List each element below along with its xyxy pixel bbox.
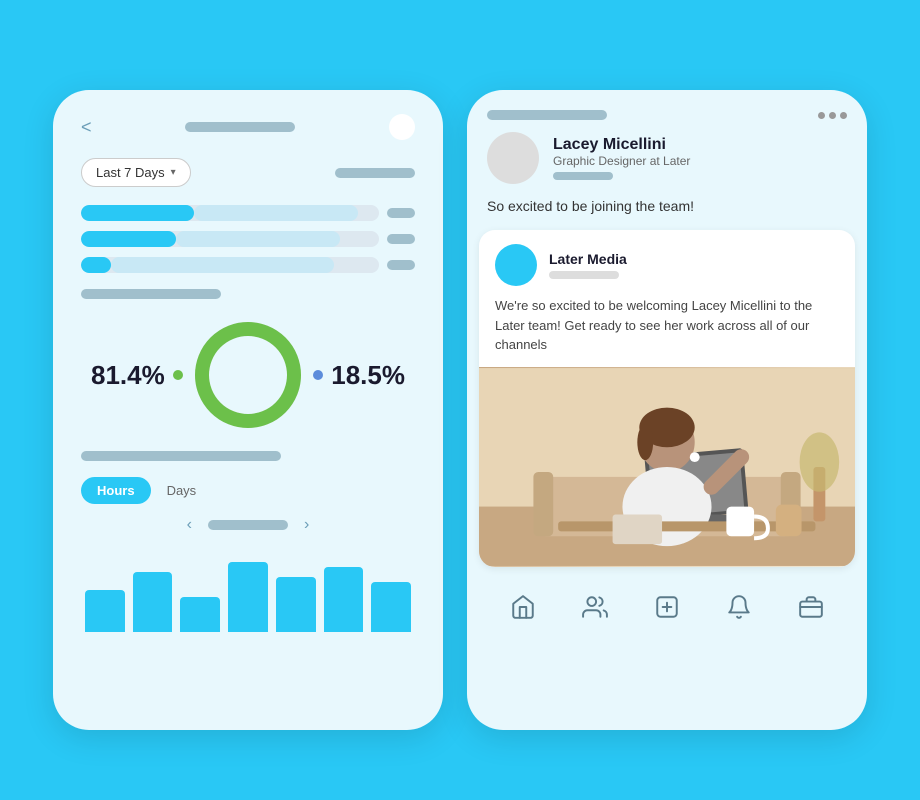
post-company-name: Later Media (549, 251, 627, 267)
donut-section: 81.4% 18.5% (81, 315, 415, 435)
progress-bar-1 (81, 205, 379, 221)
progress-dot-1 (387, 208, 415, 218)
chevron-down-icon: ▾ (171, 167, 176, 178)
progress-section (81, 205, 415, 273)
progress-row-3 (81, 257, 415, 273)
add-nav-button[interactable] (653, 593, 681, 621)
bar-1 (85, 590, 125, 632)
stat-value-left: 81.4% (91, 360, 165, 391)
notifications-nav-button[interactable] (725, 593, 753, 621)
days-toggle-button[interactable]: Days (151, 477, 213, 504)
toggle-row: Hours Days (81, 477, 415, 504)
separator-bar (81, 289, 221, 299)
post-image (479, 367, 855, 567)
chart-nav: ‹ › (81, 516, 415, 534)
user-title: Graphic Designer at Later (553, 154, 690, 168)
user-info: Lacey Micellini Graphic Designer at Late… (553, 136, 690, 180)
more-options-button[interactable] (818, 112, 847, 119)
dot-2 (829, 112, 836, 119)
circle-button[interactable] (389, 114, 415, 140)
progress-fill-blue-2 (81, 231, 176, 247)
user-name: Lacey Micellini (553, 136, 690, 154)
bar-7 (371, 582, 411, 632)
announcement-text: So excited to be joining the team! (467, 198, 867, 230)
progress-fill-blue-1 (81, 205, 194, 221)
filter-secondary-bar (335, 168, 415, 178)
chart-prev-button[interactable]: ‹ (187, 516, 192, 534)
right-top-bar (467, 90, 867, 132)
bar-2 (133, 572, 173, 632)
chart-next-button[interactable]: › (304, 516, 309, 534)
bar-5 (276, 577, 316, 632)
avatar (487, 132, 539, 184)
stat-right: 18.5% (313, 360, 405, 391)
post-card: Later Media We're so excited to be welco… (479, 230, 855, 567)
user-card: Lacey Micellini Graphic Designer at Late… (467, 132, 867, 198)
filter-label: Last 7 Days (96, 165, 165, 180)
progress-row-2 (81, 231, 415, 247)
bar-chart (81, 542, 415, 632)
briefcase-icon (798, 594, 824, 620)
progress-dot-3 (387, 260, 415, 270)
user-bar (553, 172, 613, 180)
green-dot-icon (173, 370, 183, 380)
hours-toggle-button[interactable]: Hours (81, 477, 151, 504)
stat-value-right: 18.5% (331, 360, 405, 391)
phone-right: Lacey Micellini Graphic Designer at Late… (467, 90, 867, 730)
people-icon (582, 594, 608, 620)
progress-fill-light-2 (176, 231, 340, 247)
progress-bar-2 (81, 231, 379, 247)
filter-pill[interactable]: Last 7 Days ▾ (81, 158, 191, 187)
post-header: Later Media (479, 230, 855, 296)
progress-fill-blue-3 (81, 257, 111, 273)
post-user-info: Later Media (549, 251, 627, 279)
dot-1 (818, 112, 825, 119)
progress-fill-light-3 (111, 257, 335, 273)
right-top-placeholder (487, 110, 607, 120)
progress-bar-3 (81, 257, 379, 273)
donut-chart (188, 315, 308, 435)
dot-3 (840, 112, 847, 119)
filter-row: Last 7 Days ▾ (81, 158, 415, 187)
post-user-bar (549, 271, 619, 279)
post-avatar (495, 244, 537, 286)
phone-header: < (81, 114, 415, 140)
bar-3 (180, 597, 220, 632)
phone-left: < Last 7 Days ▾ (53, 90, 443, 730)
people-nav-button[interactable] (581, 593, 609, 621)
post-image-svg (479, 367, 855, 567)
stat-left: 81.4% (91, 360, 183, 391)
bottom-nav (467, 579, 867, 637)
progress-dot-2 (387, 234, 415, 244)
home-nav-button[interactable] (509, 593, 537, 621)
donut-svg (188, 315, 308, 435)
bar-4 (228, 562, 268, 632)
bar-6 (324, 567, 364, 632)
back-button[interactable]: < (81, 117, 92, 138)
progress-row-1 (81, 205, 415, 221)
chart-nav-bar (208, 520, 288, 530)
home-icon (510, 594, 536, 620)
separator-bar-2 (81, 451, 281, 461)
bell-icon (726, 594, 752, 620)
plus-icon (654, 594, 680, 620)
header-bar (185, 122, 295, 132)
blue-dot-icon (313, 370, 323, 380)
phones-container: < Last 7 Days ▾ (53, 90, 867, 730)
post-text: We're so excited to be welcoming Lacey M… (479, 296, 855, 367)
profile-nav-button[interactable] (797, 593, 825, 621)
progress-fill-light-1 (194, 205, 358, 221)
